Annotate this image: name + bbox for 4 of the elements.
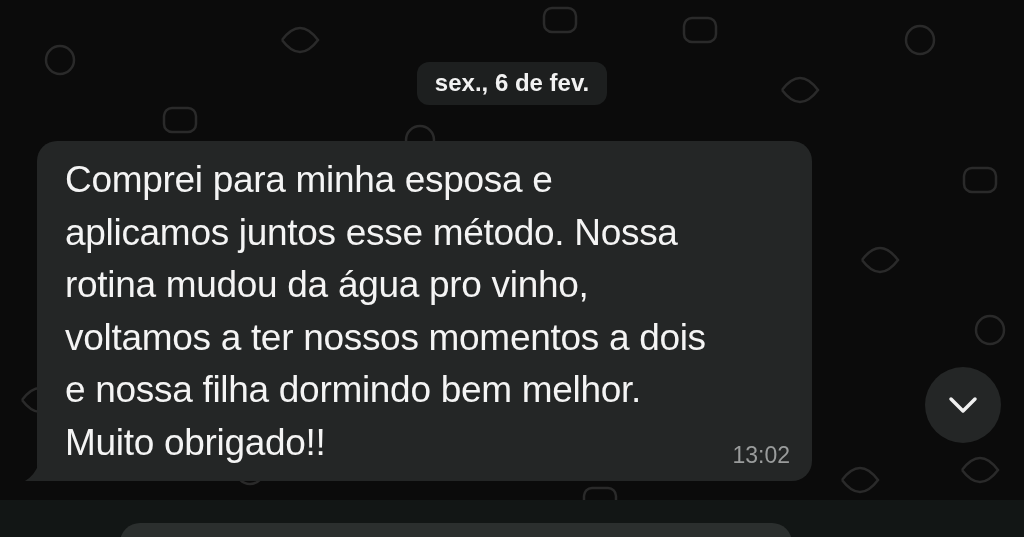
message-time: 13:02 <box>732 442 790 469</box>
message-text: Comprei para minha esposa e aplicamos juntos esse método. Nossa rotina mudou da água pro vinho, voltamos a ter nossos momentos a dois e nossa filha dormindo bem melhor. Muito obrigado!! <box>65 158 706 465</box>
date-label: sex., 6 de fev. <box>416 62 608 105</box>
chevron-down-icon <box>948 396 978 414</box>
